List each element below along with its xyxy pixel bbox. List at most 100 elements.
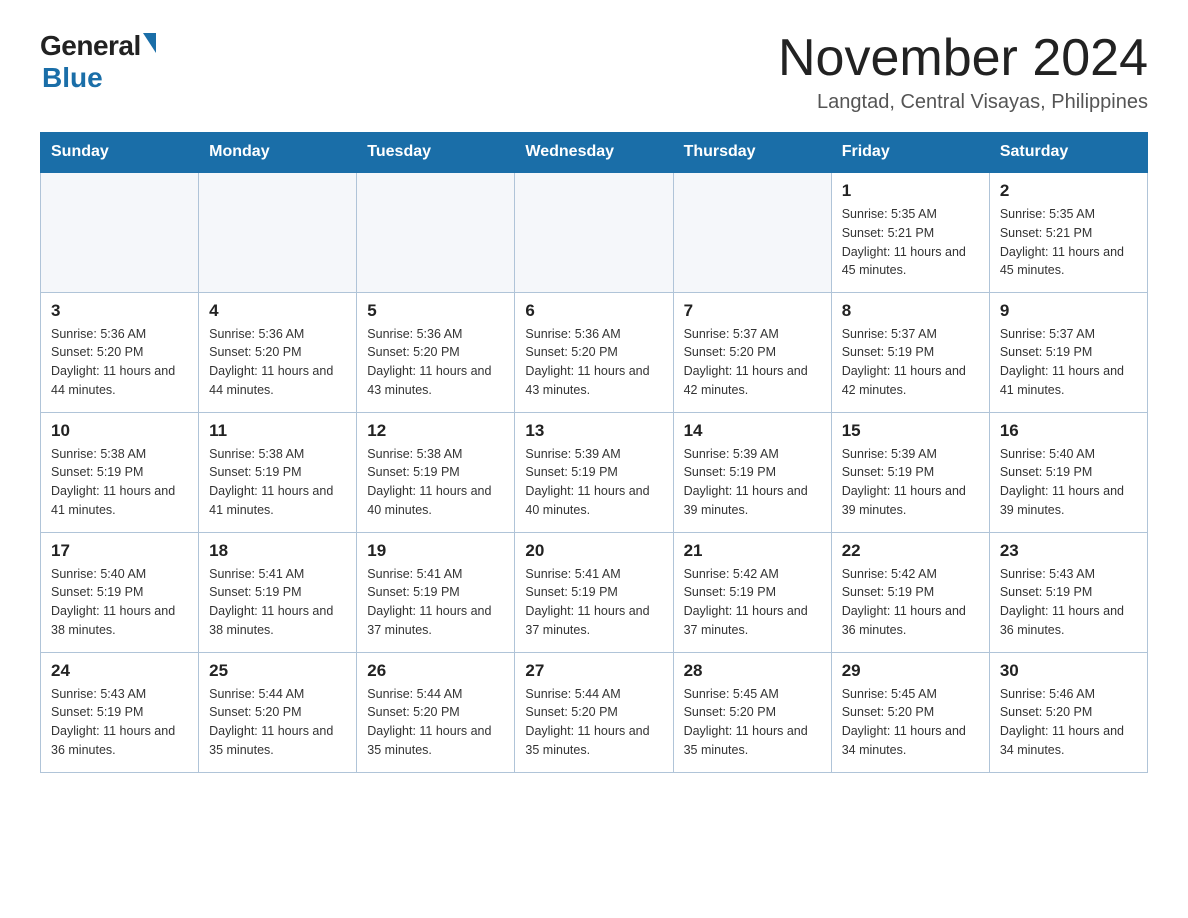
day-info: Sunrise: 5:40 AMSunset: 5:19 PMDaylight:… [51,565,188,640]
day-number: 1 [842,181,979,201]
day-number: 13 [525,421,662,441]
day-number: 27 [525,661,662,681]
day-number: 15 [842,421,979,441]
day-info: Sunrise: 5:38 AMSunset: 5:19 PMDaylight:… [209,445,346,520]
day-info: Sunrise: 5:44 AMSunset: 5:20 PMDaylight:… [367,685,504,760]
day-number: 25 [209,661,346,681]
day-info: Sunrise: 5:37 AMSunset: 5:20 PMDaylight:… [684,325,821,400]
calendar-cell: 19 Sunrise: 5:41 AMSunset: 5:19 PMDayligh… [357,532,515,652]
calendar-cell: 4 Sunrise: 5:36 AMSunset: 5:20 PMDaylight… [199,292,357,412]
week-row-4: 17 Sunrise: 5:40 AMSunset: 5:19 PMDayligh… [41,532,1148,652]
calendar-cell: 20 Sunrise: 5:41 AMSunset: 5:19 PMDayligh… [515,532,673,652]
calendar-cell: 17 Sunrise: 5:40 AMSunset: 5:19 PMDayligh… [41,532,199,652]
day-number: 14 [684,421,821,441]
day-number: 3 [51,301,188,321]
week-row-3: 10Sunrise: 5:38 AMSunset: 5:19 PMDayligh… [41,412,1148,532]
day-info: Sunrise: 5:38 AMSunset: 5:19 PMDaylight:… [51,445,188,520]
day-info: Sunrise: 5:44 AMSunset: 5:20 PMDaylight:… [525,685,662,760]
weekday-header-friday: Friday [831,133,989,173]
day-number: 22 [842,541,979,561]
calendar-cell: 10Sunrise: 5:38 AMSunset: 5:19 PMDayligh… [41,412,199,532]
day-number: 12 [367,421,504,441]
day-number: 18 [209,541,346,561]
day-info: Sunrise: 5:46 AMSunset: 5:20 PMDaylight:… [1000,685,1137,760]
day-info: Sunrise: 5:35 AMSunset: 5:21 PMDaylight:… [842,205,979,280]
calendar-cell [673,172,831,292]
day-info: Sunrise: 5:41 AMSunset: 5:19 PMDaylight:… [525,565,662,640]
day-info: Sunrise: 5:44 AMSunset: 5:20 PMDaylight:… [209,685,346,760]
calendar-cell: 22 Sunrise: 5:42 AMSunset: 5:19 PMDayligh… [831,532,989,652]
calendar-cell: 18 Sunrise: 5:41 AMSunset: 5:19 PMDayligh… [199,532,357,652]
day-info: Sunrise: 5:42 AMSunset: 5:19 PMDaylight:… [842,565,979,640]
day-info: Sunrise: 5:45 AMSunset: 5:20 PMDaylight:… [842,685,979,760]
calendar-cell [515,172,673,292]
day-info: Sunrise: 5:36 AMSunset: 5:20 PMDaylight:… [51,325,188,400]
logo-arrow-icon [143,33,156,53]
calendar-cell: 12Sunrise: 5:38 AMSunset: 5:19 PMDayligh… [357,412,515,532]
calendar-cell: 2 Sunrise: 5:35 AMSunset: 5:21 PMDaylight… [989,172,1147,292]
calendar-cell: 1 Sunrise: 5:35 AMSunset: 5:21 PMDaylight… [831,172,989,292]
day-info: Sunrise: 5:43 AMSunset: 5:19 PMDaylight:… [1000,565,1137,640]
logo-blue-text: Blue [42,62,103,94]
day-number: 19 [367,541,504,561]
day-info: Sunrise: 5:41 AMSunset: 5:19 PMDaylight:… [367,565,504,640]
day-number: 28 [684,661,821,681]
day-number: 23 [1000,541,1137,561]
calendar-cell: 30Sunrise: 5:46 AMSunset: 5:20 PMDayligh… [989,652,1147,772]
day-info: Sunrise: 5:45 AMSunset: 5:20 PMDaylight:… [684,685,821,760]
calendar-cell: 16Sunrise: 5:40 AMSunset: 5:19 PMDayligh… [989,412,1147,532]
day-info: Sunrise: 5:36 AMSunset: 5:20 PMDaylight:… [367,325,504,400]
day-number: 7 [684,301,821,321]
week-row-1: 1 Sunrise: 5:35 AMSunset: 5:21 PMDaylight… [41,172,1148,292]
day-number: 2 [1000,181,1137,201]
weekday-header-tuesday: Tuesday [357,133,515,173]
calendar-cell: 25 Sunrise: 5:44 AMSunset: 5:20 PMDayligh… [199,652,357,772]
day-number: 17 [51,541,188,561]
weekday-header-saturday: Saturday [989,133,1147,173]
title-block: November 2024 Langtad, Central Visayas, … [778,30,1148,114]
day-info: Sunrise: 5:40 AMSunset: 5:19 PMDaylight:… [1000,445,1137,520]
calendar-cell: 24Sunrise: 5:43 AMSunset: 5:19 PMDayligh… [41,652,199,772]
day-info: Sunrise: 5:37 AMSunset: 5:19 PMDaylight:… [1000,325,1137,400]
day-number: 24 [51,661,188,681]
day-number: 4 [209,301,346,321]
calendar-cell: 28 Sunrise: 5:45 AMSunset: 5:20 PMDayligh… [673,652,831,772]
day-info: Sunrise: 5:42 AMSunset: 5:19 PMDaylight:… [684,565,821,640]
day-number: 9 [1000,301,1137,321]
day-number: 21 [684,541,821,561]
calendar-cell: 21 Sunrise: 5:42 AMSunset: 5:19 PMDayligh… [673,532,831,652]
calendar-subtitle: Langtad, Central Visayas, Philippines [778,91,1148,114]
day-info: Sunrise: 5:39 AMSunset: 5:19 PMDaylight:… [684,445,821,520]
calendar-cell: 27 Sunrise: 5:44 AMSunset: 5:20 PMDayligh… [515,652,673,772]
calendar-table: SundayMondayTuesdayWednesdayThursdayFrid… [40,132,1148,773]
calendar-cell: 15 Sunrise: 5:39 AMSunset: 5:19 PMDayligh… [831,412,989,532]
calendar-cell: 7 Sunrise: 5:37 AMSunset: 5:20 PMDaylight… [673,292,831,412]
calendar-cell: 11 Sunrise: 5:38 AMSunset: 5:19 PMDayligh… [199,412,357,532]
day-info: Sunrise: 5:37 AMSunset: 5:19 PMDaylight:… [842,325,979,400]
calendar-cell: 9 Sunrise: 5:37 AMSunset: 5:19 PMDaylight… [989,292,1147,412]
day-info: Sunrise: 5:39 AMSunset: 5:19 PMDaylight:… [842,445,979,520]
day-number: 20 [525,541,662,561]
logo: General Blue [40,30,156,94]
day-number: 5 [367,301,504,321]
calendar-cell: 6 Sunrise: 5:36 AMSunset: 5:20 PMDaylight… [515,292,673,412]
day-number: 8 [842,301,979,321]
day-number: 6 [525,301,662,321]
weekday-header-row: SundayMondayTuesdayWednesdayThursdayFrid… [41,133,1148,173]
weekday-header-monday: Monday [199,133,357,173]
day-number: 11 [209,421,346,441]
day-info: Sunrise: 5:36 AMSunset: 5:20 PMDaylight:… [525,325,662,400]
day-info: Sunrise: 5:41 AMSunset: 5:19 PMDaylight:… [209,565,346,640]
calendar-cell: 23 Sunrise: 5:43 AMSunset: 5:19 PMDayligh… [989,532,1147,652]
week-row-2: 3 Sunrise: 5:36 AMSunset: 5:20 PMDaylight… [41,292,1148,412]
day-info: Sunrise: 5:36 AMSunset: 5:20 PMDaylight:… [209,325,346,400]
day-info: Sunrise: 5:35 AMSunset: 5:21 PMDaylight:… [1000,205,1137,280]
calendar-cell: 14 Sunrise: 5:39 AMSunset: 5:19 PMDayligh… [673,412,831,532]
calendar-cell: 5 Sunrise: 5:36 AMSunset: 5:20 PMDaylight… [357,292,515,412]
day-number: 29 [842,661,979,681]
week-row-5: 24Sunrise: 5:43 AMSunset: 5:19 PMDayligh… [41,652,1148,772]
calendar-title: November 2024 [778,30,1148,87]
header: General Blue November 2024 Langtad, Cent… [40,30,1148,114]
day-number: 26 [367,661,504,681]
calendar-cell: 13Sunrise: 5:39 AMSunset: 5:19 PMDayligh… [515,412,673,532]
